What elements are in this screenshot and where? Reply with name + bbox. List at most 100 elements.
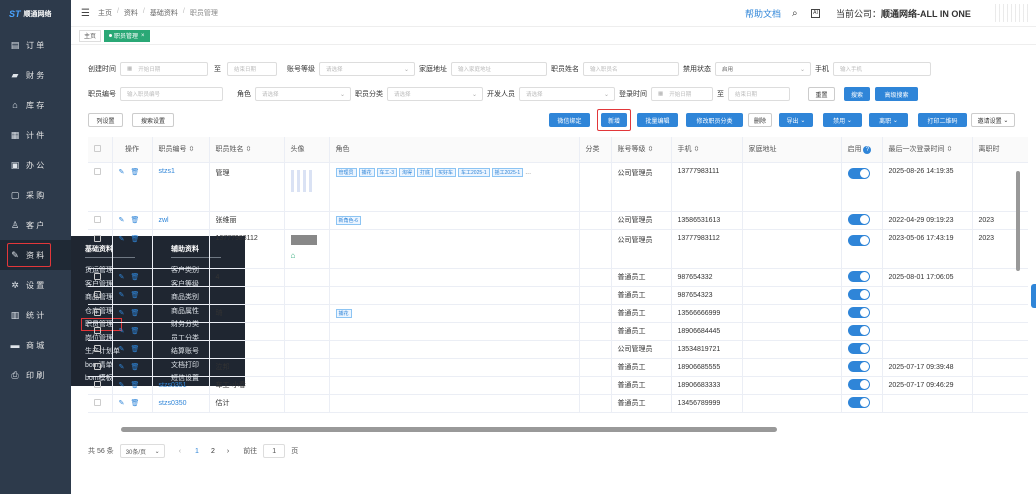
column-settings-button[interactable]: 列设置: [88, 113, 123, 127]
edit-icon[interactable]: ✎: [119, 274, 131, 281]
header-staff-no[interactable]: 职员编号 ⇳: [152, 137, 210, 163]
edit-icon[interactable]: ✎: [119, 169, 131, 176]
table-row[interactable]: ✎🗑 stzs0351 车工-小春 普通员工 18906683333 2025-07-17…: [88, 376, 1028, 395]
delete-icon[interactable]: 🗑: [130, 364, 145, 371]
edit-category-button[interactable]: 修改职员分类: [686, 113, 743, 127]
table-row[interactable]: ✎🗑 普通员工 987654323: [88, 286, 1028, 305]
sidebar-item-3[interactable]: ▦ 计 件: [0, 120, 71, 150]
horizontal-scrollbar[interactable]: [121, 427, 777, 432]
table-row[interactable]: ✎🗑 zwl 张维丽 新角色-6 公司管理员 13586531613 2022-04-29 …: [88, 211, 1028, 230]
login-start-date-input[interactable]: ▦ 开始日期: [651, 87, 713, 101]
edit-icon[interactable]: ✎: [119, 346, 131, 353]
tab-home[interactable]: 主页: [79, 29, 102, 42]
delete-icon[interactable]: 🗑: [130, 382, 145, 389]
table-row[interactable]: ✎🗑 琦 捕花 普通员工 13566666999: [88, 304, 1028, 323]
delete-icon[interactable]: 🗑: [130, 236, 145, 243]
enabled-toggle[interactable]: [847, 396, 870, 408]
sidebar-item-11[interactable]: ⎙ 印 刷: [0, 360, 71, 390]
edit-icon[interactable]: ✎: [119, 217, 131, 224]
user-avatar-placeholder[interactable]: [995, 4, 1029, 22]
sidebar-item-5[interactable]: ▢ 采 购: [0, 180, 71, 210]
row-checkbox[interactable]: [94, 380, 101, 388]
row-checkbox[interactable]: [94, 290, 101, 298]
ban-status-select[interactable]: 启用 ⌄: [715, 62, 811, 76]
edit-icon[interactable]: ✎: [119, 364, 131, 371]
delete-icon[interactable]: 🗑: [130, 310, 145, 317]
next-page-button[interactable]: ›: [227, 448, 229, 455]
logo[interactable]: ST 顺通网络: [9, 6, 61, 22]
table-row[interactable]: ✎🗑 13777983112 ⌂ 公司管理员 13777983112 2023-05-06…: [88, 229, 1028, 269]
enabled-toggle[interactable]: [847, 378, 870, 390]
enabled-toggle[interactable]: [847, 360, 870, 372]
goto-page-input[interactable]: 1: [263, 444, 286, 458]
role-select[interactable]: 请选择 ⌄: [255, 87, 351, 101]
row-checkbox[interactable]: [94, 167, 101, 175]
edit-icon[interactable]: ✎: [119, 400, 131, 407]
login-end-date-input[interactable]: 结束日期: [728, 87, 790, 101]
search-icon[interactable]: ⌕: [792, 8, 798, 19]
table-row[interactable]: ✎🗑 stzs1 管理 管理员 捕花 车工-3 淘得 打底 买好车 车工2025-1 摇工2025-…: [88, 162, 1028, 212]
side-float-tab[interactable]: [1031, 284, 1036, 308]
delete-icon[interactable]: 🗑: [130, 400, 145, 407]
delete-icon[interactable]: 🗑: [130, 274, 145, 281]
delete-icon[interactable]: 🗑: [130, 328, 145, 335]
sidebar-item-1[interactable]: ▰ 财 务: [0, 60, 71, 90]
sidebar-item-6[interactable]: ♙ 客 户: [0, 210, 71, 240]
table-row[interactable]: ✎🗑 4 普通员工 987654332 2025-08-01 17:06:05: [88, 268, 1028, 287]
enabled-toggle[interactable]: [847, 342, 870, 354]
wechat-bind-button[interactable]: 微信绑定: [549, 113, 590, 127]
row-checkbox[interactable]: [94, 398, 101, 406]
edit-icon[interactable]: ✎: [119, 382, 131, 389]
sidebar-item-9[interactable]: ▥ 统 计: [0, 300, 71, 330]
page-2[interactable]: 2: [211, 448, 215, 455]
row-checkbox[interactable]: [94, 344, 101, 352]
row-checkbox[interactable]: [94, 308, 101, 316]
invite-settings-button[interactable]: 邀请设置 ⌄: [971, 113, 1015, 127]
help-docs-link[interactable]: 帮助文档: [745, 7, 781, 20]
table-row[interactable]: ✎🗑 stzs0350 估计 普通员工 13456789999: [88, 394, 1028, 413]
header-last-login[interactable]: 最后一次登录时间 ⇳: [882, 137, 973, 163]
advanced-search-button[interactable]: 高级搜索: [875, 87, 918, 101]
sidebar-item-7[interactable]: ✎ 资 料: [0, 240, 71, 270]
create-end-date-input[interactable]: 结束日期: [227, 62, 277, 76]
table-row[interactable]: ✎🗑 公司管理员 13534819721: [88, 340, 1028, 359]
row-checkbox[interactable]: [94, 215, 101, 223]
developer-select[interactable]: 请选择 ⌄: [519, 87, 615, 101]
sidebar-item-0[interactable]: ▤ 订 单: [0, 30, 71, 60]
header-phone[interactable]: 手机 ⇳: [671, 137, 743, 163]
delete-button[interactable]: 删除: [748, 113, 772, 127]
resign-button[interactable]: 离职 ⌄: [869, 113, 908, 127]
export-button[interactable]: 导出 ⌄: [779, 113, 813, 127]
enabled-toggle[interactable]: [847, 324, 870, 336]
row-checkbox[interactable]: [94, 272, 101, 280]
select-all-checkbox[interactable]: [94, 144, 101, 152]
sidebar-item-10[interactable]: ▬ 商 城: [0, 330, 71, 360]
prev-page-button[interactable]: ‹: [179, 448, 181, 455]
account-level-select[interactable]: 请选择 ⌄: [319, 62, 415, 76]
header-staff-name[interactable]: 职员姓名 ⇳: [209, 137, 285, 163]
delete-icon[interactable]: 🗑: [130, 169, 145, 176]
staff-no-link[interactable]: zwl: [159, 217, 169, 224]
table-row[interactable]: ✎🗑 普通员工 18906684445: [88, 322, 1028, 341]
delete-icon[interactable]: 🗑: [130, 217, 145, 224]
create-start-date-input[interactable]: ▦ 开始日期: [120, 62, 208, 76]
tab-staff-management[interactable]: 职员管理 ×: [104, 29, 150, 42]
batch-edit-button[interactable]: 批量编辑: [637, 113, 678, 127]
print-qrcode-button[interactable]: 打印二维码: [918, 113, 967, 127]
row-checkbox[interactable]: [94, 234, 101, 242]
breadcrumb-home[interactable]: 主页: [98, 8, 112, 18]
edit-icon[interactable]: ✎: [119, 236, 131, 243]
home-address-input[interactable]: 输入家庭地址: [451, 62, 547, 76]
enabled-toggle[interactable]: [847, 167, 870, 179]
enabled-toggle[interactable]: [847, 288, 870, 300]
ai-icon[interactable]: AI: [811, 8, 820, 18]
enabled-toggle[interactable]: [847, 270, 870, 282]
disable-button[interactable]: 禁用 ⌄: [823, 113, 862, 127]
sidebar-item-4[interactable]: ▣ 办 公: [0, 150, 71, 180]
staff-no-input[interactable]: 输入职员编号: [120, 87, 223, 101]
page-1[interactable]: 1: [195, 448, 199, 455]
breadcrumb-data[interactable]: 资料: [124, 8, 138, 18]
enabled-toggle[interactable]: [847, 306, 870, 318]
staff-no-link[interactable]: stzs1: [159, 168, 175, 175]
staff-category-select[interactable]: 请选择 ⌄: [387, 87, 483, 101]
